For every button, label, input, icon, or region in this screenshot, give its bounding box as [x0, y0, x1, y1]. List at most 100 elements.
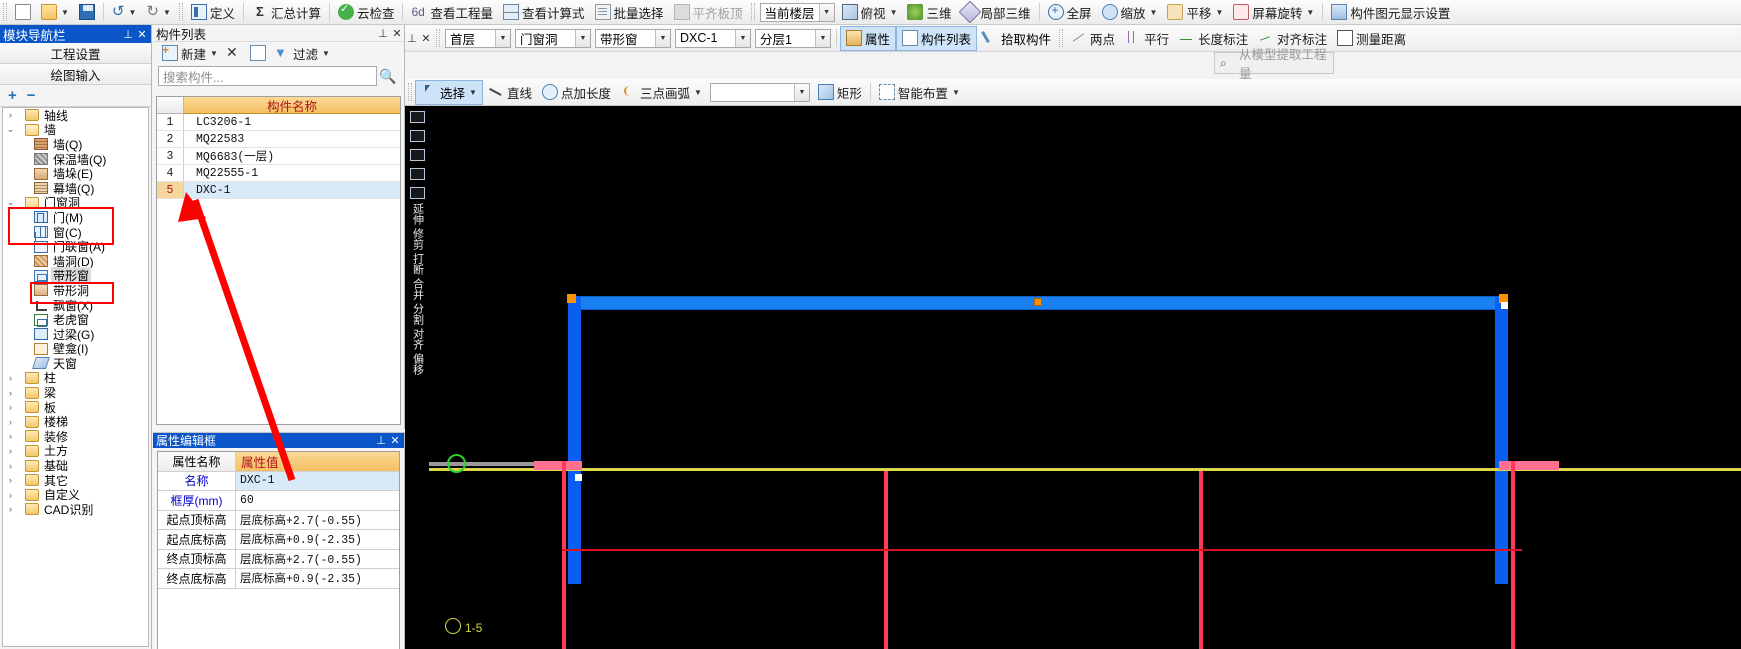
new-component-button[interactable]: 新建▼	[159, 42, 221, 64]
chevron-right-icon[interactable]: ›	[5, 417, 16, 427]
chevron-right-icon[interactable]: ›	[5, 490, 16, 500]
chevron-down-icon[interactable]: ▼	[210, 49, 218, 58]
tree-item-带形窗[interactable]: 带形窗	[3, 267, 148, 285]
property-value[interactable]: 60	[236, 491, 399, 510]
save-file-button[interactable]	[74, 1, 100, 23]
grid-node[interactable]	[575, 474, 582, 481]
chevron-down-icon[interactable]: ⌄	[5, 124, 16, 135]
pin-icon[interactable]: ⊥	[405, 32, 419, 45]
property-value[interactable]: 层底标高+0.9(-2.35)	[236, 530, 399, 549]
select-tool-button[interactable]: 选择 ▼	[415, 79, 483, 105]
tree-item-天窗[interactable]: 天窗	[3, 356, 148, 371]
wall-element-right[interactable]	[1495, 296, 1508, 584]
tree-item-板[interactable]: › 板	[3, 400, 148, 415]
chevron-down-icon[interactable]: ▼	[322, 49, 330, 58]
tree-item-墙垛e[interactable]: 墙垛(E)	[3, 166, 148, 181]
property-row[interactable]: 终点顶标高 层底标高+2.7(-0.55)	[158, 549, 399, 569]
wall-segment[interactable]	[534, 461, 582, 470]
sidebar-item-project-settings[interactable]: 工程设置	[0, 43, 151, 64]
chevron-down-icon[interactable]: ▼	[815, 29, 830, 47]
chevron-right-icon[interactable]: ›	[5, 431, 16, 441]
tree-item-幕墙q[interactable]: 幕墙(Q)	[3, 181, 148, 196]
chevron-down-icon[interactable]: ▼	[1215, 8, 1223, 17]
drawing-canvas[interactable]: 延伸 修剪 打断 合并 分割 对齐 偏移 1-5	[405, 106, 1741, 649]
tree-item-装修[interactable]: › 装修	[3, 429, 148, 444]
property-row[interactable]: 框厚(mm) 60	[158, 491, 399, 511]
property-row[interactable]: 名称 DXC-1	[158, 471, 399, 491]
extend-tool-icon[interactable]	[408, 127, 426, 144]
three-d-button[interactable]: 三维	[902, 1, 956, 23]
expand-all-button[interactable]: +	[8, 88, 17, 103]
tree-item-基础[interactable]: › 基础	[3, 458, 148, 473]
search-input[interactable]: 搜索构件...	[158, 66, 377, 86]
tree-item-过梁g[interactable]: 过梁(G)	[3, 327, 148, 342]
close-icon[interactable]: ✕	[390, 27, 404, 40]
chevron-down-icon[interactable]: ▼	[655, 29, 670, 47]
chevron-down-icon[interactable]: ▼	[952, 88, 960, 97]
tree-item-门m[interactable]: 门(M)	[3, 210, 148, 225]
property-value[interactable]: DXC-1	[236, 471, 399, 490]
parallel-button[interactable]: 平行	[1120, 27, 1174, 49]
rotate-tool-icon[interactable]	[408, 184, 426, 201]
tree-item-cad识别[interactable]: › CAD识别	[3, 502, 148, 517]
tab-property[interactable]: 属性	[840, 25, 897, 51]
component-select[interactable]: DXC-1 ▼	[675, 28, 751, 48]
close-icon[interactable]: ✕	[388, 434, 402, 447]
tree-item-自定义[interactable]: › 自定义	[3, 487, 148, 502]
wall-element-left[interactable]	[568, 296, 581, 584]
floor-select[interactable]: 首层 ▼	[445, 28, 511, 48]
tree-item-保温墙q[interactable]: 保温墙(Q)	[3, 152, 148, 167]
chevron-down-icon[interactable]: ▼	[890, 8, 898, 17]
tree-item-墙[interactable]: ⌄ 墙	[3, 123, 148, 137]
wall-vertical[interactable]	[1199, 471, 1203, 649]
view-quantity-button[interactable]: 6d 查看工程量	[406, 1, 498, 23]
floor-scope-select[interactable]: 当前楼层 ▼	[759, 2, 835, 22]
selection-circle[interactable]	[447, 454, 466, 473]
pin-icon[interactable]: ⊥	[121, 28, 135, 41]
type-select[interactable]: 带形窗 ▼	[595, 28, 671, 48]
tree-item-楼梯[interactable]: › 楼梯	[3, 414, 148, 429]
tree-item-门窗洞[interactable]: ⌄ 门窗洞	[3, 196, 148, 210]
filter-button[interactable]: ▼ 过滤 ▼	[271, 42, 333, 64]
new-file-button[interactable]	[10, 1, 36, 23]
chevron-down-icon[interactable]: ▼	[694, 88, 702, 97]
property-row[interactable]: 起点顶标高 层底标高+2.7(-0.55)	[158, 510, 399, 530]
table-row[interactable]: 2 MQ22583	[157, 131, 400, 148]
search-icon[interactable]: 🔍	[377, 68, 399, 85]
cloud-check-button[interactable]: 云检查	[333, 1, 400, 23]
tree-item-窗c[interactable]: 窗(C)	[3, 225, 148, 240]
batch-select-button[interactable]: 批量选择	[590, 1, 669, 23]
zoom-button[interactable]: 缩放 ▼	[1097, 1, 1163, 23]
model-view[interactable]: 1-5	[429, 106, 1741, 649]
chevron-right-icon[interactable]: ›	[5, 110, 16, 120]
view-formula-button[interactable]: 查看计算式	[498, 1, 590, 23]
chevron-down-icon[interactable]: ⌄	[5, 197, 16, 208]
property-value[interactable]: 层底标高+2.7(-0.55)	[236, 550, 399, 569]
offset-icon[interactable]: 偏移	[411, 353, 424, 375]
wall-vertical[interactable]	[1511, 461, 1515, 649]
category-select[interactable]: 门窗洞 ▼	[515, 28, 591, 48]
chevron-down-icon[interactable]: ▼	[1150, 8, 1158, 17]
chevron-down-icon[interactable]: ▼	[818, 3, 834, 21]
chevron-down-icon[interactable]: ▼	[735, 29, 750, 47]
property-row[interactable]: 起点底标高 层底标高+0.9(-2.35)	[158, 530, 399, 550]
chevron-down-icon[interactable]: ▼	[793, 83, 809, 101]
wall-segment[interactable]	[1499, 461, 1559, 470]
wall-vertical[interactable]	[562, 461, 566, 649]
property-value[interactable]: 层底标高+2.7(-0.55)	[236, 511, 399, 530]
wall-vertical[interactable]	[884, 471, 888, 649]
pin-icon[interactable]: ⊥	[376, 27, 390, 40]
tree-item-其它[interactable]: › 其它	[3, 473, 148, 488]
chamfer-tool-icon[interactable]	[408, 146, 426, 163]
define-button[interactable]: 定义	[186, 1, 240, 23]
copy-component-button[interactable]	[247, 42, 269, 64]
trim-icon[interactable]: 修剪	[411, 228, 424, 250]
layer-select[interactable]: 分层1 ▼	[755, 28, 831, 48]
merge-icon[interactable]: 合并	[411, 278, 424, 300]
property-row[interactable]: 终点底标高 层底标高+0.9(-2.35)	[158, 569, 399, 589]
tree-item-轴线[interactable]: › 轴线	[3, 108, 148, 123]
pan-button[interactable]: 平移 ▼	[1162, 1, 1228, 23]
tree-item-飘窗x[interactable]: 飘窗(X)	[3, 298, 148, 313]
trim-tool-icon[interactable]	[408, 108, 426, 125]
tree-item-梁[interactable]: › 梁	[3, 385, 148, 400]
